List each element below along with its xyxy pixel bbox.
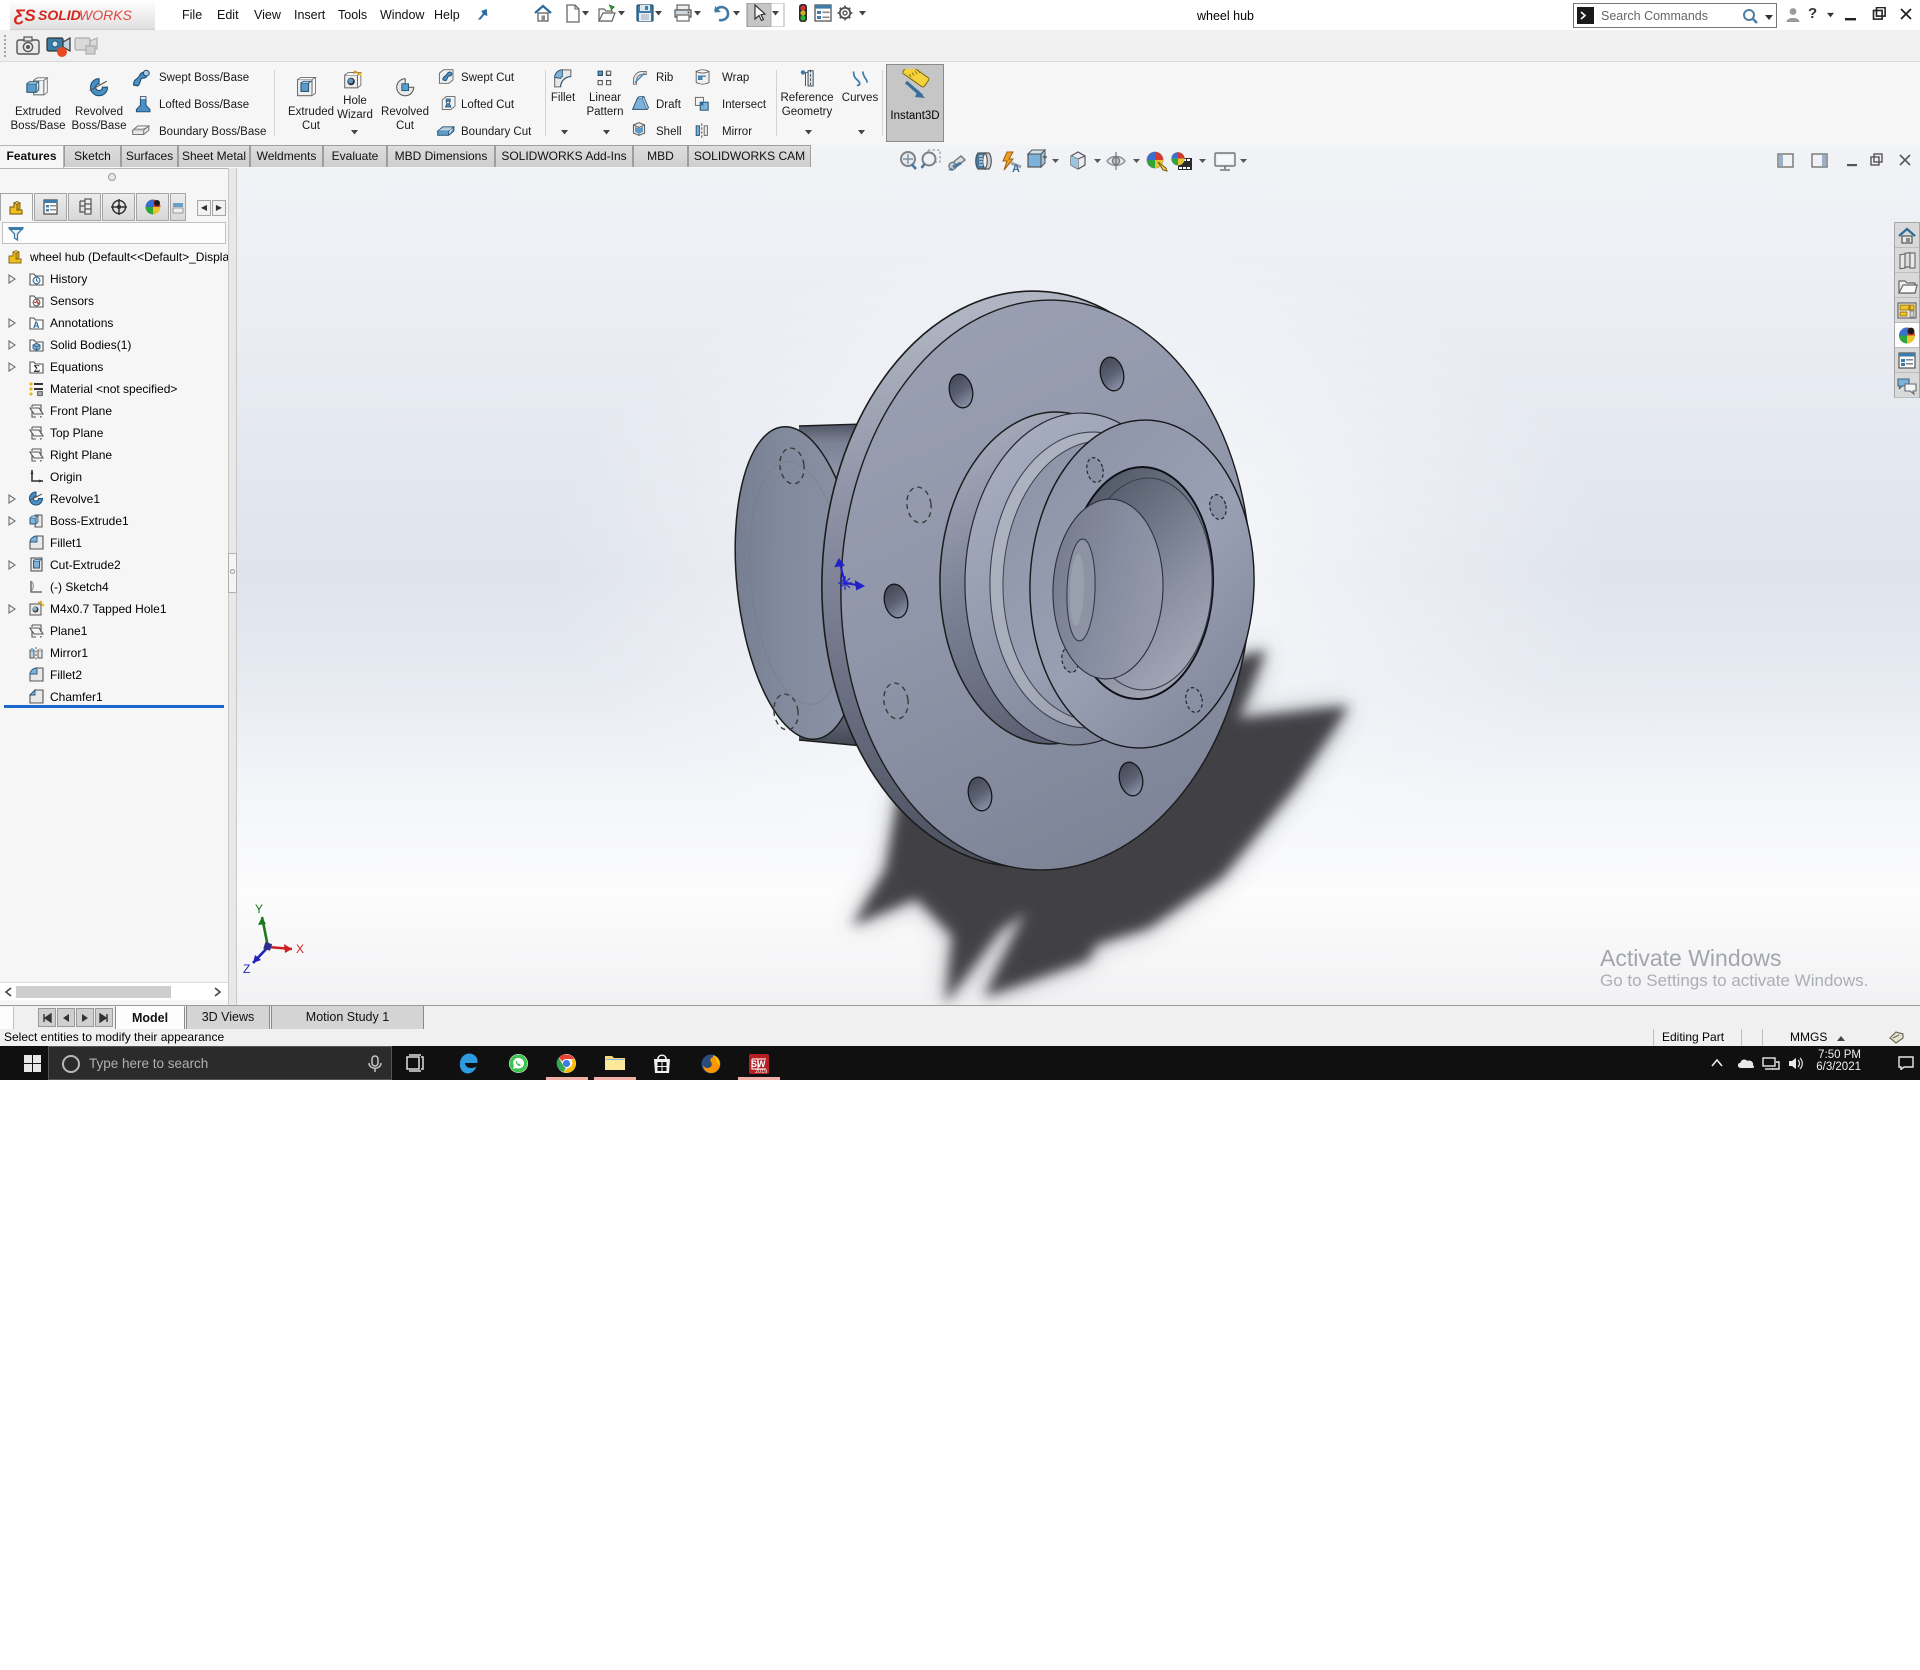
- svg-text:ƸS: ƸS: [13, 6, 36, 25]
- svg-text:SOLID: SOLID: [38, 7, 81, 23]
- svg-text:A: A: [33, 320, 40, 330]
- svg-text:A: A: [1012, 163, 1020, 175]
- svg-text:SW: SW: [751, 1059, 766, 1069]
- svg-text:Y: Y: [255, 902, 263, 916]
- svg-text:WORKS: WORKS: [79, 7, 133, 23]
- svg-text:Σ: Σ: [34, 364, 41, 375]
- svg-text:X: X: [296, 942, 304, 956]
- svg-text:Z: Z: [243, 962, 250, 976]
- svg-text:2019: 2019: [755, 1069, 767, 1075]
